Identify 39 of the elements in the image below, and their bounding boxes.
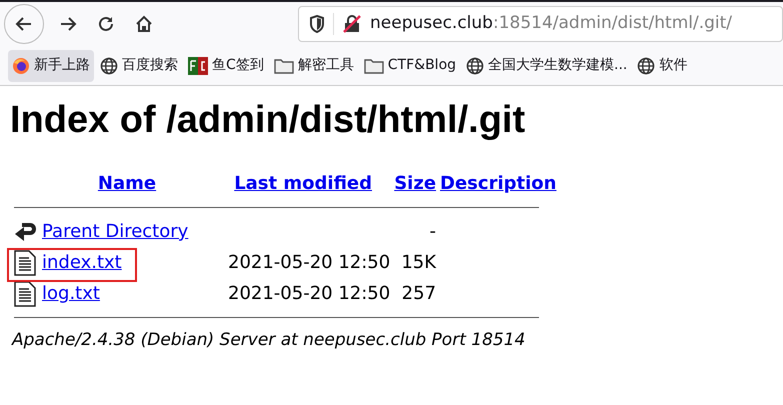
- text-file-icon: [14, 250, 36, 276]
- folder-icon: [364, 58, 384, 74]
- column-sort-link[interactable]: Last modified: [234, 173, 372, 194]
- insecure-lock-icon: [342, 14, 362, 34]
- browser-logo-icon: [12, 56, 30, 74]
- address-bar[interactable]: neepusec.club:18514/admin/dist/html/.git/: [298, 6, 783, 42]
- column-sort-link[interactable]: Size: [394, 173, 436, 194]
- globe-icon: [637, 56, 656, 74]
- bookmark[interactable]: 百度搜索: [96, 50, 182, 82]
- file-link[interactable]: Parent Directory: [42, 221, 188, 242]
- bookmark[interactable]: CTF&Blog: [360, 50, 460, 82]
- globe-icon: [466, 56, 484, 74]
- server-signature: Apache/2.4.38 (Debian) Server at neepusec.club Port 18514: [10, 329, 526, 352]
- bookmark[interactable]: 鱼C签到: [184, 50, 268, 82]
- file-link[interactable]: index.txt: [42, 252, 122, 273]
- file-size: 257: [402, 283, 436, 304]
- bookmark[interactable]: 软件: [633, 50, 692, 82]
- curved-arrow-icon: [14, 220, 38, 242]
- folder-icon: [274, 58, 294, 74]
- bookmark[interactable]: 解密工具: [270, 50, 358, 82]
- page-title: Index of /admin/dist/html/.git: [10, 98, 526, 143]
- file-size: 15K: [401, 252, 436, 273]
- square-logo-icon: [188, 56, 208, 74]
- file-size: -: [430, 221, 436, 242]
- column-sort-link[interactable]: Description: [440, 173, 556, 194]
- bookmark[interactable]: 全国大学生数学建模...: [462, 50, 632, 82]
- bookmark[interactable]: 新手上路: [8, 50, 94, 82]
- modified-date: 2021-05-20 12:50: [228, 252, 390, 273]
- url-host: neepusec.club: [370, 13, 493, 34]
- shield-icon: [309, 15, 325, 33]
- file-link[interactable]: log.txt: [42, 283, 100, 304]
- home-icon: [135, 15, 153, 33]
- text-file-icon: [14, 280, 36, 306]
- column-sort-link[interactable]: Name: [98, 173, 156, 194]
- globe-icon: [100, 56, 118, 74]
- back-button[interactable]: [4, 4, 44, 44]
- url-path: :18514/admin/dist/html/.git/: [492, 13, 732, 34]
- modified-date: 2021-05-20 12:50: [228, 283, 390, 304]
- reload-icon: [97, 15, 115, 33]
